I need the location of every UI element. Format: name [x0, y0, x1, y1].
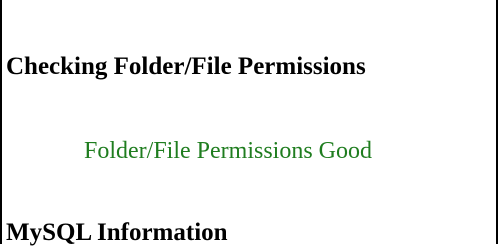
- permissions-heading: Checking Folder/File Permissions: [6, 53, 366, 80]
- left-border: [0, 0, 2, 244]
- permissions-status-text: Folder/File Permissions Good: [84, 138, 373, 164]
- right-border: [496, 0, 498, 244]
